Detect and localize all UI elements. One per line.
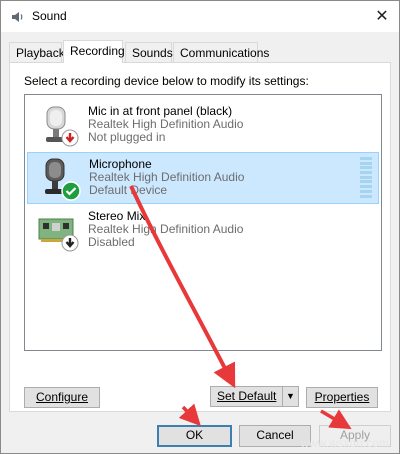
set-default-label: Set Default bbox=[217, 389, 277, 403]
device-text: Microphone Realtek High Definition Audio… bbox=[89, 158, 244, 197]
list-item[interactable]: Microphone Realtek High Definition Audio… bbox=[27, 152, 379, 204]
list-item[interactable]: Mic in at front panel (black) Realtek Hi… bbox=[27, 100, 379, 152]
window-title: Sound bbox=[32, 9, 67, 23]
microphone-default-icon bbox=[45, 158, 81, 201]
level-meter bbox=[360, 157, 372, 199]
ok-button[interactable]: OK bbox=[157, 425, 232, 447]
recording-panel: Select a recording device below to modif… bbox=[9, 62, 391, 412]
configure-label: Configure bbox=[35, 390, 89, 404]
sound-card-disabled-icon bbox=[38, 218, 79, 252]
device-text: Stereo Mix Realtek High Definition Audio… bbox=[88, 210, 243, 249]
device-text: Mic in at front panel (black) Realtek Hi… bbox=[88, 105, 243, 144]
watermark: www.wsxdn.com bbox=[300, 436, 389, 450]
speaker-icon bbox=[12, 12, 23, 22]
chevron-down-icon[interactable]: ▼ bbox=[282, 387, 298, 406]
properties-label: Properties bbox=[314, 390, 370, 404]
device-list[interactable]: Mic in at front panel (black) Realtek Hi… bbox=[24, 94, 382, 351]
list-item[interactable]: Stereo Mix Realtek High Definition Audio… bbox=[27, 205, 379, 257]
tab-recording[interactable]: Recording bbox=[63, 40, 125, 63]
set-default-button[interactable]: Set Default ▼ bbox=[210, 386, 299, 407]
device-status: Default Device bbox=[89, 183, 168, 197]
tab-communications[interactable]: Communications bbox=[173, 42, 269, 62]
properties-button[interactable]: Properties bbox=[306, 387, 378, 408]
close-button[interactable]: ✕ bbox=[365, 1, 399, 31]
tab-playback[interactable]: Playback bbox=[9, 42, 65, 62]
microphone-unplugged-icon bbox=[46, 106, 79, 147]
instruction-text: Select a recording device below to modif… bbox=[24, 74, 309, 88]
device-status: Disabled bbox=[88, 235, 135, 249]
device-status: Not plugged in bbox=[88, 130, 166, 144]
title-bar: Sound ✕ bbox=[1, 1, 399, 32]
sound-dialog: Sound ✕ Playback Recording Sounds Commun… bbox=[0, 0, 400, 454]
configure-button[interactable]: Configure bbox=[24, 387, 100, 408]
close-icon: ✕ bbox=[375, 8, 389, 25]
tab-sounds[interactable]: Sounds bbox=[125, 42, 173, 62]
